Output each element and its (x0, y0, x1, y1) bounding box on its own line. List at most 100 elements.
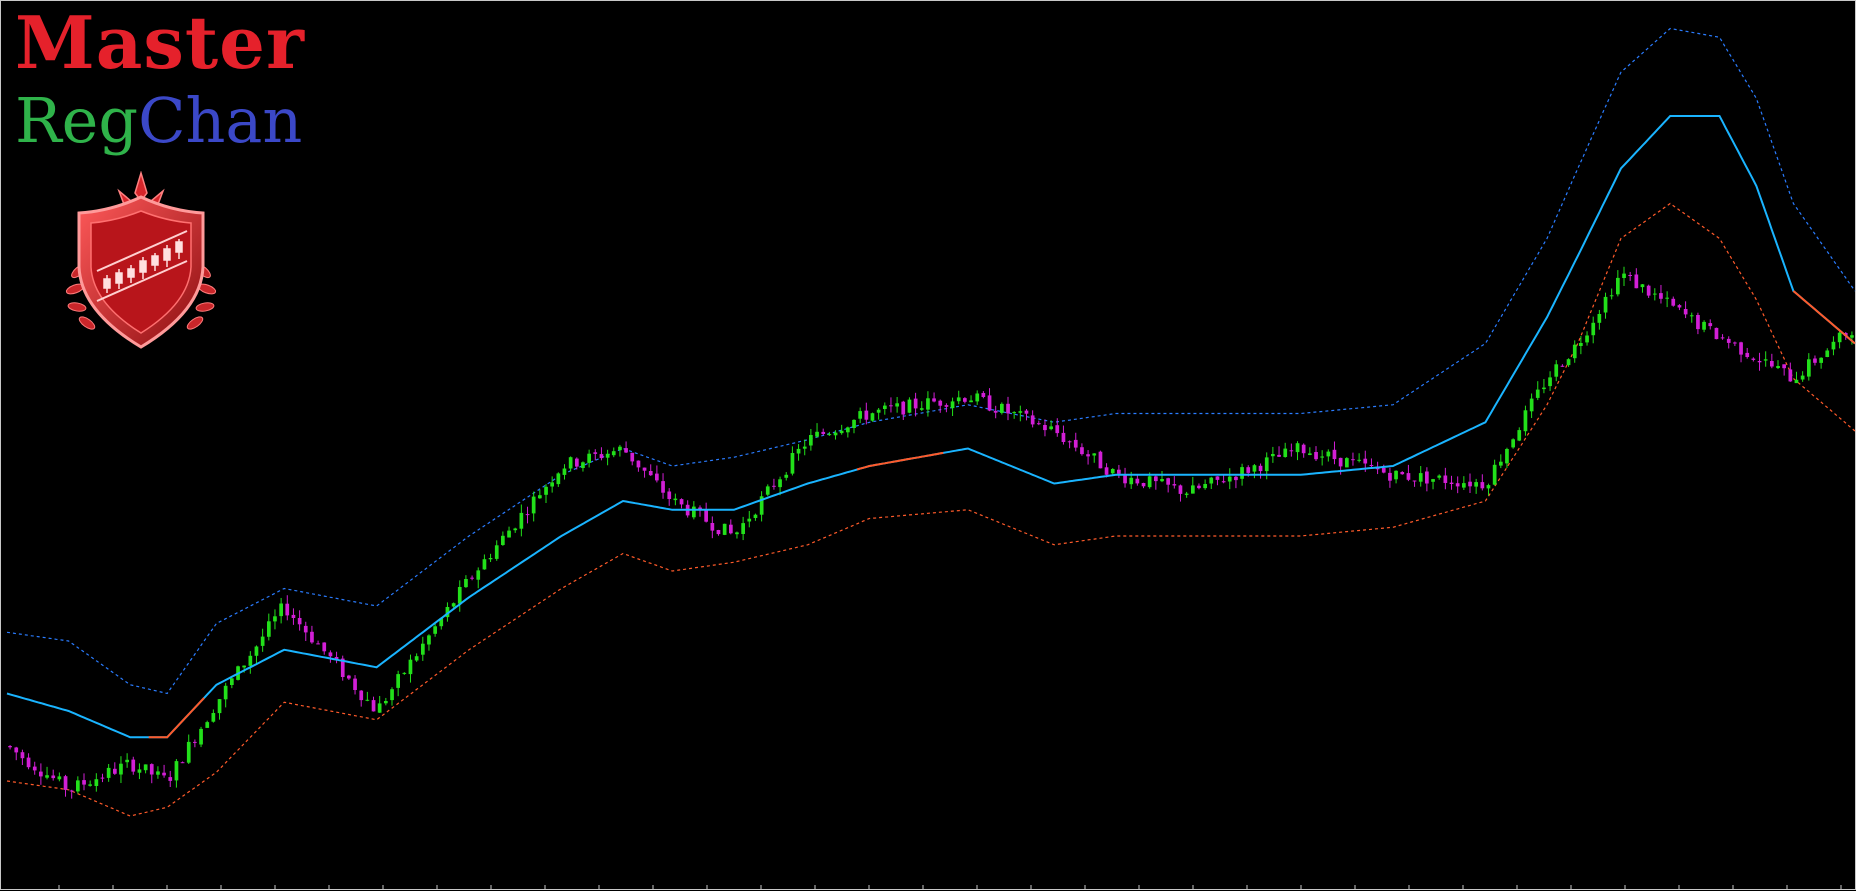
bull-candle (1240, 467, 1244, 479)
bull-candle (538, 495, 542, 499)
bear-candle (1123, 474, 1127, 484)
bull-candle (846, 427, 850, 433)
bear-candle (1683, 309, 1688, 315)
bear-candle (987, 395, 992, 411)
center-line-layer (6, 115, 1856, 739)
bear-candle (1172, 484, 1177, 486)
bear-candle (1221, 481, 1226, 483)
bull-candle (605, 453, 610, 458)
bull-candle (1566, 359, 1571, 366)
bear-candle (1449, 482, 1454, 484)
bear-candle (1301, 444, 1306, 454)
bull-candle (735, 532, 739, 535)
bear-candle (26, 757, 31, 768)
bull-candle (1295, 443, 1300, 453)
bear-candle (599, 454, 604, 459)
bear-candle (1234, 476, 1238, 481)
bull-candle (1535, 389, 1540, 398)
brand-subtitle-chan: Chan (138, 84, 303, 157)
bull-candle (106, 767, 111, 778)
bear-candle (655, 473, 659, 481)
bull-candle (722, 523, 727, 535)
bull-candle (1191, 485, 1195, 494)
bear-candle (1455, 483, 1460, 487)
bear-candle (1215, 476, 1220, 480)
bull-candle (858, 411, 862, 419)
bull-candle (1517, 430, 1522, 441)
bear-candle (291, 614, 296, 618)
bull-candle (1308, 453, 1312, 455)
bull-candle (1622, 273, 1626, 278)
bear-candle (1671, 298, 1676, 306)
bull-candle (1831, 341, 1836, 350)
bear-candle (1154, 476, 1158, 482)
bear-candle (1739, 342, 1743, 355)
bear-candle (1037, 423, 1041, 425)
bull-candle (494, 545, 499, 559)
bull-candle (365, 699, 370, 701)
bear-candle (1751, 358, 1756, 360)
bull-candle (1209, 477, 1214, 484)
bear-candle (1061, 432, 1066, 442)
bull-candle (1511, 439, 1515, 448)
bull-candle (581, 462, 585, 468)
lower-band-line (6, 202, 1856, 817)
bear-candle (821, 431, 826, 434)
bull-candle (1049, 426, 1053, 430)
chart-frame[interactable]: Master RegChan (0, 0, 1856, 890)
bull-candle (1640, 284, 1645, 288)
center-line-down (1792, 290, 1856, 345)
bull-candle (1616, 277, 1620, 295)
bull-candle (217, 699, 222, 714)
bull-candle (1486, 485, 1491, 489)
bear-candle (69, 790, 74, 792)
bull-candle (390, 689, 394, 701)
bull-candle (827, 434, 832, 436)
bull-candle (568, 457, 573, 469)
bear-candle (359, 690, 364, 701)
bull-candle (1702, 321, 1706, 330)
bear-candle (1813, 358, 1817, 363)
bear-candle (316, 643, 320, 645)
bear-candle (20, 752, 25, 759)
bull-candle (1012, 412, 1016, 414)
bear-candle (32, 766, 37, 771)
bear-candle (648, 471, 653, 476)
bull-candle (242, 665, 246, 668)
bull-candle (790, 453, 795, 474)
bull-candle (519, 512, 524, 529)
bull-candle (919, 408, 924, 410)
bear-candle (297, 618, 302, 625)
bear-candle (1338, 457, 1343, 467)
bull-candle (119, 763, 123, 775)
bull-candle (427, 635, 431, 645)
bear-candle (1708, 323, 1713, 327)
bull-candle (839, 430, 844, 434)
bull-candle (1092, 453, 1097, 456)
bear-candle (347, 675, 351, 679)
bear-candle (1030, 415, 1035, 425)
bear-candle (704, 510, 708, 522)
bear-candle (729, 524, 733, 534)
bear-candle (1628, 275, 1632, 276)
bull-candle (1499, 461, 1503, 466)
bull-candle (377, 703, 382, 713)
bull-candle (464, 579, 468, 588)
bull-candle (1850, 335, 1854, 338)
bull-candle (76, 780, 80, 792)
bear-candle (575, 458, 579, 467)
bull-candle (88, 784, 92, 786)
bear-candle (1406, 473, 1411, 480)
bull-candle (802, 446, 807, 449)
bull-candle (1542, 387, 1546, 390)
bull-candle (1591, 322, 1596, 336)
bull-candle (1554, 364, 1559, 377)
bear-candle (710, 523, 715, 531)
bull-candle (1800, 375, 1805, 380)
bear-candle (1560, 365, 1565, 367)
bull-candle (1000, 403, 1004, 413)
bear-candle (1314, 452, 1318, 460)
bull-candle (1227, 476, 1232, 482)
bull-candle (156, 771, 160, 775)
bear-candle (149, 764, 154, 775)
